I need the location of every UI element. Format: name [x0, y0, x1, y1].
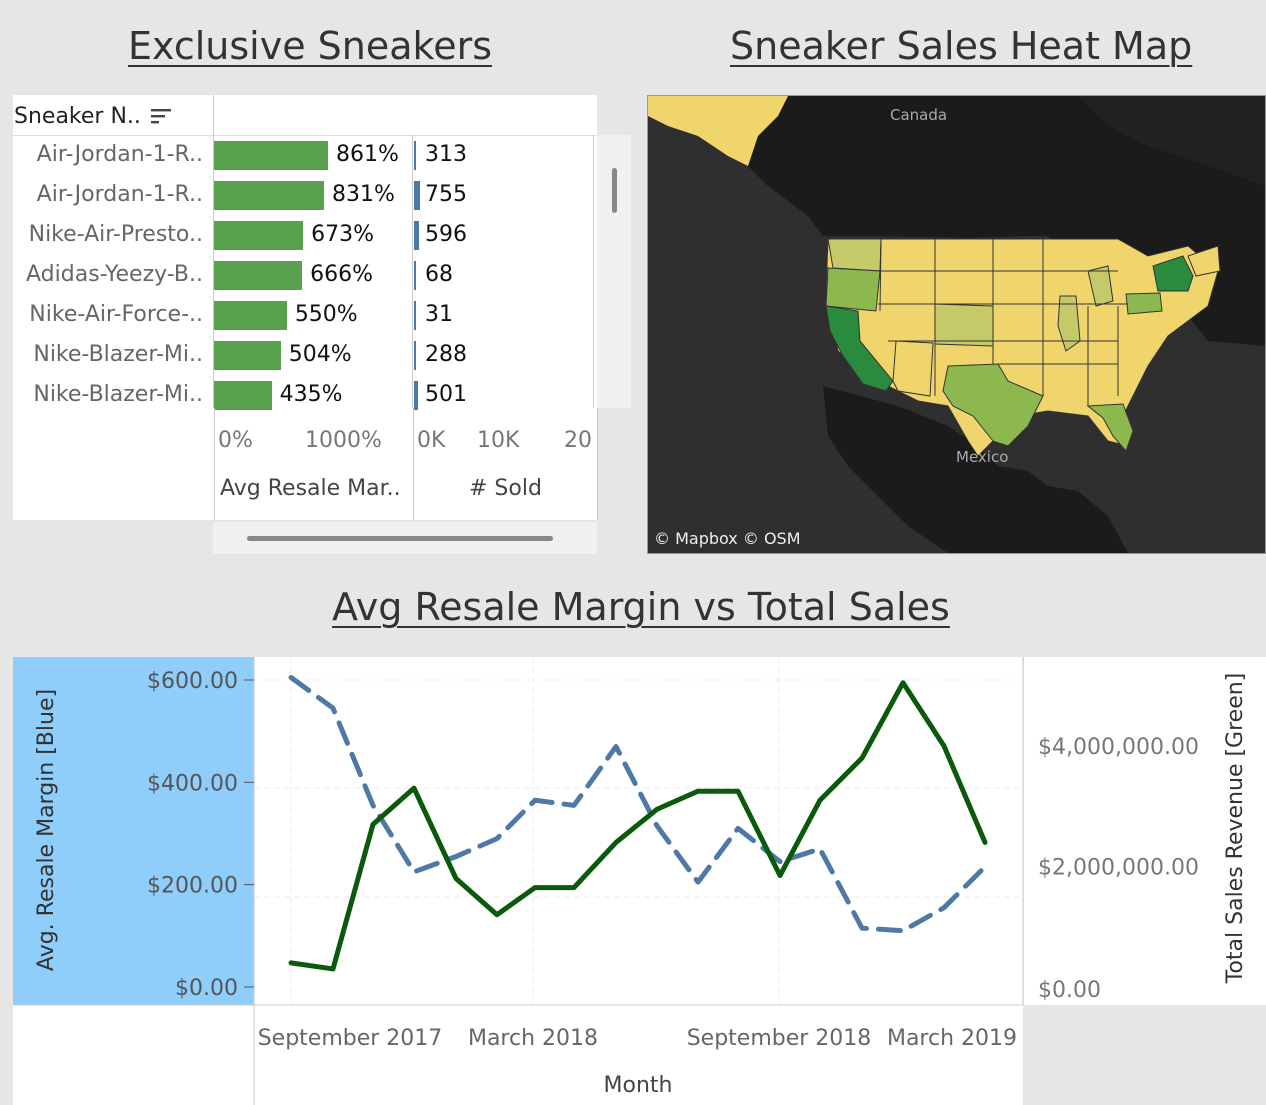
left-axis-title: Avg. Resale Margin [Blue]: [34, 689, 59, 971]
x-axis-tick-label: March 2019: [887, 1026, 1017, 1051]
total-sales-line: [288, 680, 988, 972]
left-axis-tick-label: $0.00: [175, 976, 238, 1001]
line-chart-svg: $600.00 $400.00 $200.00 $0.00 $4,000,000.00 $…: [13, 657, 1248, 1105]
x-axis-tick-label: September 2018: [687, 1026, 872, 1051]
right-axis-tick-label: $4,000,000.00: [1038, 735, 1199, 760]
left-axis-tick-label: $600.00: [147, 669, 238, 694]
left-axis-tick-label: $400.00: [147, 771, 238, 796]
right-axis-title: Total Sales Revenue [Green]: [1223, 673, 1248, 985]
right-axis-tick-label: $2,000,000.00: [1038, 856, 1199, 881]
x-axis-title: Month: [604, 1073, 673, 1098]
x-axis-tick-label: March 2018: [468, 1026, 598, 1051]
x-axis-tick-label: September 2017: [258, 1026, 443, 1051]
left-axis-tick-label: $200.00: [147, 874, 238, 899]
right-axis-tick-label: $0.00: [1038, 978, 1101, 1003]
